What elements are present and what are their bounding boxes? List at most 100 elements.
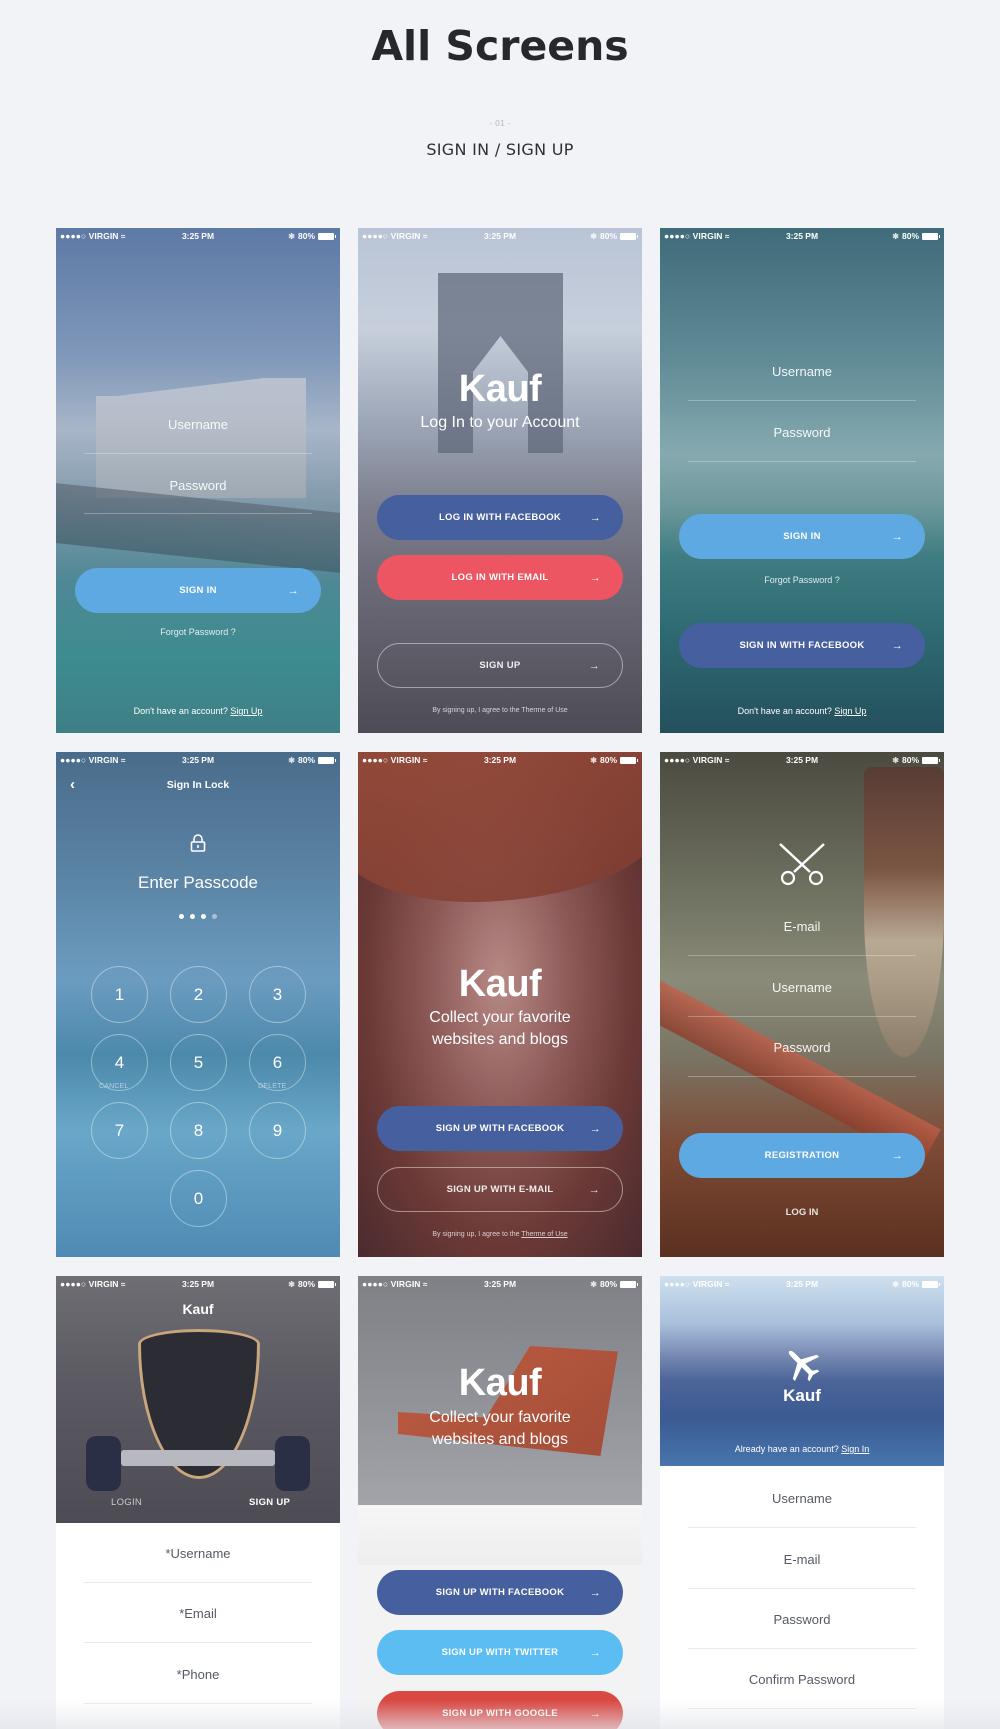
password-field[interactable]: Password bbox=[84, 478, 312, 493]
battery-icon bbox=[620, 756, 638, 764]
button-label: SIGN IN bbox=[783, 531, 821, 542]
tab-signup[interactable]: SIGN UP bbox=[249, 1497, 290, 1508]
tab-login[interactable]: LOGIN bbox=[111, 1497, 142, 1508]
scissors-icon bbox=[660, 840, 944, 893]
divider bbox=[84, 453, 312, 454]
keypad-key-8[interactable]: 8 bbox=[170, 1102, 227, 1159]
button-label: SIGN UP WITH FACEBOOK bbox=[435, 1587, 565, 1598]
sign-up-link[interactable]: Sign Up bbox=[230, 706, 262, 716]
screen-signup-travel: ●●●●○ VIRGIN ≈3:25 PM ✱ 80% Kauf Already h… bbox=[660, 1276, 944, 1729]
brand-logo: Kauf bbox=[458, 963, 542, 1005]
email-field[interactable]: *Email bbox=[84, 1606, 312, 1621]
forgot-password-link[interactable]: Forgot Password ? bbox=[660, 575, 944, 585]
signin-prompt: Already have an account? Sign In bbox=[660, 1444, 944, 1454]
enter-passcode-label: Enter Passcode bbox=[137, 873, 258, 892]
sign-in-button[interactable]: SIGN IN → bbox=[75, 568, 321, 613]
battery-percent: 80% bbox=[901, 231, 919, 241]
keypad-key-3[interactable]: 3 bbox=[249, 966, 306, 1023]
status-right: ✱ 80% bbox=[892, 1279, 940, 1289]
passcode-dot-filled bbox=[201, 914, 206, 919]
keypad-key-1[interactable]: 1 bbox=[91, 966, 148, 1023]
log-in-link[interactable]: LOG IN bbox=[660, 1207, 944, 1218]
screen-signin-house: ●●●●○ VIRGIN ≈3:25 PM ✱ 80% Username Passw… bbox=[56, 228, 340, 733]
password-field[interactable]: Password bbox=[688, 1612, 916, 1627]
status-right: ✱ 80% bbox=[892, 231, 940, 241]
divider bbox=[84, 513, 312, 514]
battery-icon bbox=[620, 232, 638, 240]
status-bar: ●●●●○ VIRGIN ≈3:25 PM ✱ 80% bbox=[56, 228, 340, 244]
passcode-dots bbox=[56, 914, 340, 919]
confirm-password-field[interactable]: Confirm Password bbox=[688, 1672, 916, 1687]
arrow-right-icon: → bbox=[891, 530, 903, 543]
subtitle-line-2: websites and blogs bbox=[431, 1431, 569, 1448]
divider bbox=[688, 1527, 916, 1528]
keypad-key-2[interactable]: 2 bbox=[170, 966, 227, 1023]
bluetooth-icon: ✱ bbox=[590, 1279, 597, 1289]
signup-email-button[interactable]: SIGN UP WITH E-MAIL → bbox=[377, 1167, 623, 1212]
sign-in-link[interactable]: Sign In bbox=[841, 1444, 869, 1454]
divider bbox=[688, 955, 916, 956]
signup-prompt: Don't have an account? Sign Up bbox=[56, 706, 340, 716]
terms-prefix: By signing up, I agree to the bbox=[432, 707, 520, 714]
cancel-button[interactable]: CANCEL bbox=[99, 1083, 129, 1090]
battery-percent: 80% bbox=[297, 231, 315, 241]
status-right: ✱ 80% bbox=[288, 231, 336, 241]
signup-facebook-button[interactable]: SIGN UP WITH FACEBOOK → bbox=[377, 1106, 623, 1151]
battery-icon bbox=[318, 1280, 336, 1288]
arrow-right-icon: → bbox=[891, 639, 903, 652]
phone-field[interactable]: *Phone bbox=[84, 1667, 312, 1682]
username-field[interactable]: Username bbox=[688, 980, 916, 995]
divider bbox=[688, 1708, 916, 1709]
email-field[interactable]: E-mail bbox=[688, 919, 916, 934]
keypad-key-9[interactable]: 9 bbox=[249, 1102, 306, 1159]
skateboard-truck bbox=[86, 1436, 310, 1491]
button-label: SIGN UP WITH GOOGLE bbox=[442, 1708, 558, 1719]
battery-icon bbox=[922, 1280, 940, 1288]
sign-up-link[interactable]: Sign Up bbox=[834, 706, 866, 716]
registration-button[interactable]: REGISTRATION → bbox=[679, 1133, 925, 1178]
arrow-right-icon: → bbox=[588, 659, 600, 672]
bluetooth-icon: ✱ bbox=[892, 231, 899, 241]
already-account-text: Already have an account? bbox=[734, 1444, 839, 1454]
subtitle-line-1: Collect your favorite bbox=[429, 1009, 571, 1026]
status-bar: ●●●●○ VIRGIN ≈3:25 PM ✱ 80% bbox=[358, 752, 642, 768]
status-bar: ●●●●○ VIRGIN ≈3:25 PM ✱ 80% bbox=[660, 752, 944, 768]
password-field[interactable]: Password bbox=[688, 425, 916, 440]
login-email-button[interactable]: LOG IN WITH EMAIL → bbox=[377, 555, 623, 600]
signup-facebook-button[interactable]: SIGN UP WITH FACEBOOK → bbox=[377, 1570, 623, 1615]
delete-button[interactable]: DELETE bbox=[258, 1083, 286, 1090]
username-field[interactable]: *Username bbox=[84, 1546, 312, 1561]
battery-percent: 80% bbox=[901, 1279, 919, 1289]
keypad-key-0[interactable]: 0 bbox=[170, 1170, 227, 1227]
terms-prefix: By signing up, I agree to the bbox=[432, 1231, 520, 1238]
arrow-right-icon: → bbox=[588, 1183, 600, 1196]
screen-passcode-lock: ●●●●○ VIRGIN ≈3:25 PM ✱ 80% ‹ Sign In Lock… bbox=[56, 752, 340, 1257]
divider bbox=[84, 1582, 312, 1583]
username-field[interactable]: Username bbox=[688, 1491, 916, 1506]
bluetooth-icon: ✱ bbox=[288, 1279, 295, 1289]
bluetooth-icon: ✱ bbox=[892, 1279, 899, 1289]
signup-twitter-button[interactable]: SIGN UP WITH TWITTER → bbox=[377, 1630, 623, 1675]
keypad-key-5[interactable]: 5 bbox=[170, 1034, 227, 1091]
terms-link[interactable]: Therme of Use bbox=[521, 707, 567, 714]
password-field[interactable]: Password bbox=[688, 1040, 916, 1055]
signup-google-button[interactable]: SIGN UP WITH GOOGLE → bbox=[377, 1691, 623, 1729]
button-label: SIGN UP WITH FACEBOOK bbox=[435, 1123, 565, 1134]
sign-up-button[interactable]: SIGN UP → bbox=[377, 643, 623, 688]
terms-link[interactable]: Therme of Use bbox=[521, 1231, 567, 1238]
wheel bbox=[86, 1436, 121, 1491]
section-title: SIGN IN / SIGN UP bbox=[426, 140, 574, 159]
email-field[interactable]: E-mail bbox=[688, 1552, 916, 1567]
battery-percent: 80% bbox=[297, 755, 315, 765]
login-facebook-button[interactable]: LOG IN WITH FACEBOOK → bbox=[377, 495, 623, 540]
sign-in-button[interactable]: SIGN IN → bbox=[679, 514, 925, 559]
divider bbox=[84, 1642, 312, 1643]
forgot-password-link[interactable]: Forgot Password ? bbox=[56, 627, 340, 637]
username-field[interactable]: Username bbox=[688, 364, 916, 379]
username-field[interactable]: Username bbox=[84, 417, 312, 432]
bluetooth-icon: ✱ bbox=[590, 231, 597, 241]
signin-facebook-button[interactable]: SIGN IN WITH FACEBOOK → bbox=[679, 623, 925, 668]
keypad-key-7[interactable]: 7 bbox=[91, 1102, 148, 1159]
nav-title: Sign In Lock bbox=[166, 779, 230, 791]
subtitle: Log In to your Account bbox=[420, 414, 580, 431]
